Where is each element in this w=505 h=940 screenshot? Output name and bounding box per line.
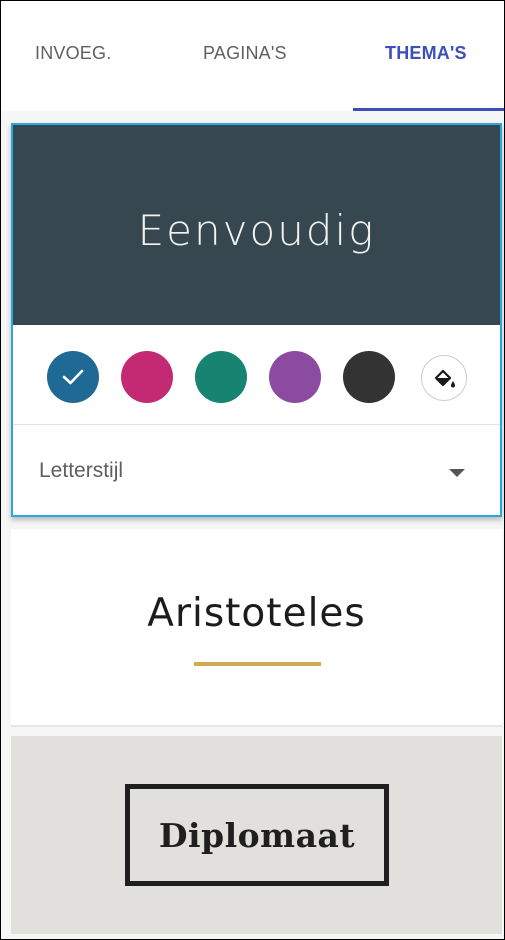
paint-bucket-icon <box>434 369 455 388</box>
theme-option-diplomaat[interactable]: Diplomaat <box>11 736 502 934</box>
font-style-label: Letterstijl <box>39 459 124 482</box>
tab-pages[interactable]: PAGINA'S <box>203 43 287 64</box>
active-tab-indicator <box>353 108 504 111</box>
tab-bar: INVOEG. PAGINA'S THEMA'S <box>1 1 504 111</box>
theme-preview-eenvoudig[interactable]: Eenvoudig <box>13 125 500 325</box>
theme-title: Eenvoudig <box>137 205 376 255</box>
color-swatches <box>13 325 500 425</box>
tab-insert[interactable]: INVOEG. <box>35 43 111 64</box>
color-swatch-teal[interactable] <box>195 351 247 403</box>
selected-theme-card: Eenvoudig Letterstijl <box>11 123 502 517</box>
custom-color-button[interactable] <box>421 355 467 401</box>
accent-underline <box>194 662 321 666</box>
tab-themes[interactable]: THEMA'S <box>385 43 467 64</box>
theme-option-aristoteles[interactable]: Aristoteles <box>11 529 502 727</box>
theme-frame: Diplomaat <box>125 784 389 886</box>
themes-panel: INVOEG. PAGINA'S THEMA'S Eenvoudig Lette… <box>0 0 505 940</box>
check-icon <box>62 369 84 385</box>
theme-name: Aristoteles <box>147 591 366 636</box>
dropdown-arrow-icon <box>449 469 465 477</box>
color-swatch-purple[interactable] <box>269 351 321 403</box>
color-swatch-dark-gray[interactable] <box>343 351 395 403</box>
color-swatch-blue[interactable] <box>47 351 99 403</box>
font-style-dropdown[interactable]: Letterstijl <box>13 425 500 515</box>
theme-name: Diplomaat <box>158 815 356 855</box>
color-swatch-magenta[interactable] <box>121 351 173 403</box>
